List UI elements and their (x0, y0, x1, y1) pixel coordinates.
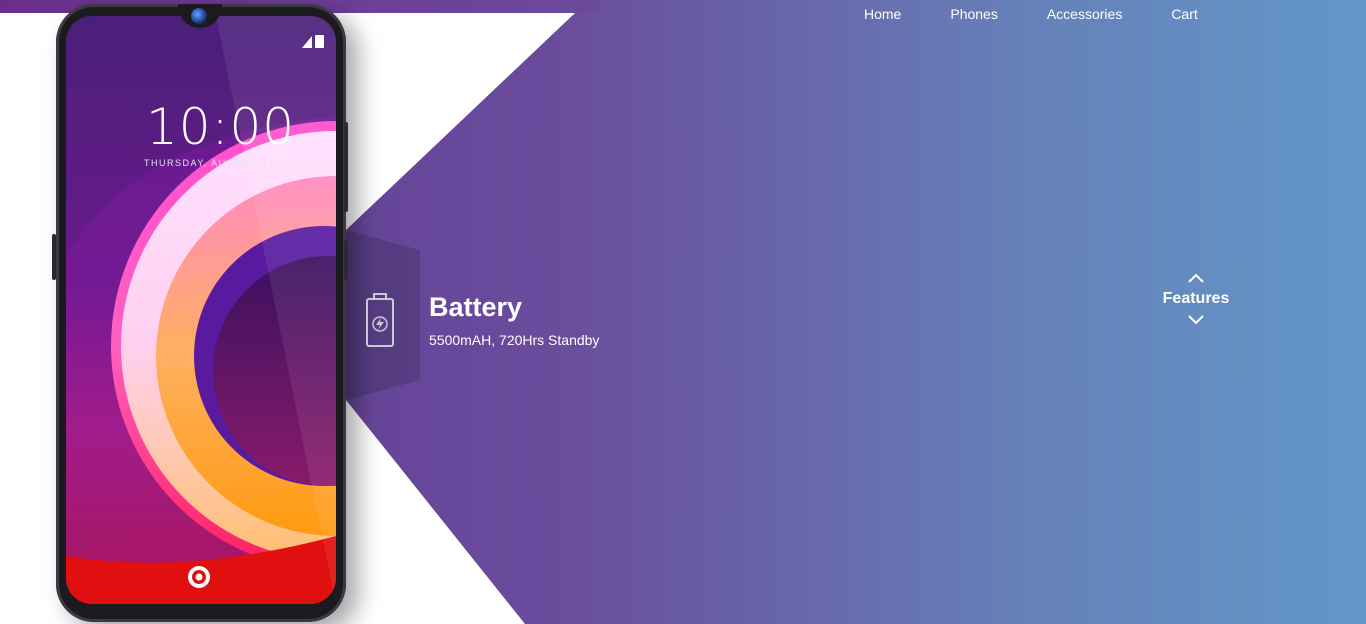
nav-home[interactable]: Home (864, 6, 901, 22)
feature-title: Battery (429, 292, 523, 322)
camera-shortcut-icon (188, 566, 210, 588)
phone-image: 10:00 THURSDAY, AUGUST 31 (52, 4, 348, 622)
phone-power-button (344, 240, 348, 280)
feature-description: 5500mAH, 720Hrs Standby (429, 332, 600, 348)
front-camera-icon (191, 8, 207, 24)
lockscreen-date: THURSDAY, AUGUST 31 (144, 158, 275, 168)
phone-screen: 10:00 THURSDAY, AUGUST 31 (66, 16, 336, 604)
signal-icon (302, 35, 324, 48)
phone-side-button (52, 234, 56, 280)
nav-accessories[interactable]: Accessories (1047, 6, 1122, 22)
chevron-up-icon[interactable] (1187, 272, 1205, 284)
features-label: Features (1162, 290, 1230, 307)
nav-cart[interactable]: Cart (1171, 6, 1197, 22)
main-nav: Home Phones Accessories Cart (864, 6, 1198, 22)
lockscreen-time: 10:00 (146, 98, 296, 156)
phone-volume-button (344, 122, 348, 212)
chevron-down-icon[interactable] (1187, 314, 1205, 326)
features-navigator: Features (1150, 272, 1242, 326)
nav-phones[interactable]: Phones (950, 6, 997, 22)
battery-icon (366, 293, 394, 347)
